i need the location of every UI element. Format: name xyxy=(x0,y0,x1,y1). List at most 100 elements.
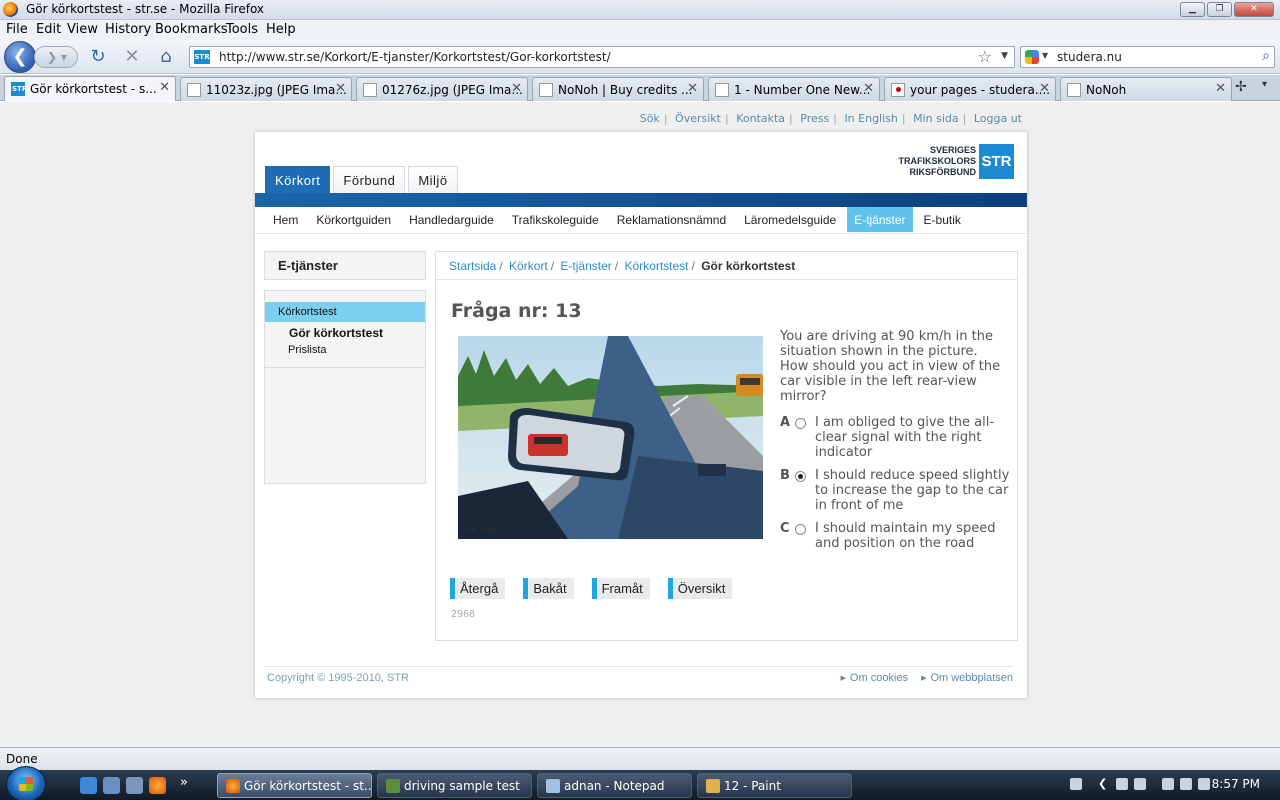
previous-button[interactable]: Bakåt xyxy=(523,578,574,599)
search-icon[interactable]: ⌕ xyxy=(1262,48,1270,64)
radio-button[interactable] xyxy=(795,524,806,535)
subnav-e-butik[interactable]: E-butik xyxy=(917,207,968,232)
connection-icon[interactable] xyxy=(1180,778,1192,790)
clock[interactable]: 8:57 PM xyxy=(1212,777,1260,791)
close-tab-icon[interactable]: ✕ xyxy=(335,81,346,96)
browser-tab[interactable]: your pages - studera.... ✕ xyxy=(884,77,1056,101)
browser-tab[interactable]: 01276z.jpg (JPEG Ima... ✕ xyxy=(356,77,528,101)
top-link-sok[interactable]: Sök xyxy=(640,112,660,125)
footer-link-cookies[interactable]: Om cookies xyxy=(850,672,908,684)
menu-view[interactable]: View xyxy=(67,22,98,37)
stop-icon[interactable]: ✕ xyxy=(122,47,142,67)
str-logo[interactable]: SVERIGES TRAFIKSKOLORS RIKSFÖRBUND STR xyxy=(899,144,1014,179)
taskbar-button-word[interactable]: driving sample test xyxy=(377,773,532,798)
minimize-button[interactable]: ▁ xyxy=(1180,2,1205,17)
taskbar-button-paint[interactable]: 12 - Paint xyxy=(697,773,852,798)
subnav-korkortguiden[interactable]: Körkortguiden xyxy=(309,207,398,232)
tray-app-icon[interactable] xyxy=(1134,778,1146,790)
browser-tab[interactable]: NoNoh ✕ xyxy=(1060,77,1232,101)
taskbar-button-firefox[interactable]: Gör körkortstest - st... xyxy=(217,773,372,798)
new-tab-icon[interactable]: ✢ xyxy=(1235,79,1247,95)
subnav-hem[interactable]: Hem xyxy=(266,207,305,232)
top-link-english[interactable]: In English xyxy=(844,112,897,125)
overview-button[interactable]: Översikt xyxy=(667,578,733,599)
answer-letter: C xyxy=(780,521,790,536)
radio-button[interactable] xyxy=(795,471,806,482)
breadcrumb-korkort[interactable]: Körkort xyxy=(509,259,548,273)
close-tab-icon[interactable]: ✕ xyxy=(511,81,522,96)
breadcrumb-korkortstest[interactable]: Körkortstest xyxy=(624,259,688,273)
top-link-press[interactable]: Press xyxy=(800,112,829,125)
subnav-laromedelsguide[interactable]: Läromedelsguide xyxy=(737,207,843,232)
menu-tools[interactable]: Tools xyxy=(226,22,258,37)
start-button[interactable] xyxy=(6,766,46,800)
sidebar-item-korkortstest[interactable]: Körkortstest xyxy=(265,302,425,322)
browser-tab[interactable]: 1 - Number One New... ✕ xyxy=(708,77,880,101)
menu-file[interactable]: File xyxy=(6,22,28,37)
tab-list-icon[interactable]: ▾ xyxy=(1262,79,1267,90)
firefox-quicklaunch-icon[interactable] xyxy=(149,777,166,794)
google-icon[interactable] xyxy=(1025,50,1039,64)
subnav-handledarguide[interactable]: Handledarguide xyxy=(402,207,501,232)
close-tab-icon[interactable]: ✕ xyxy=(863,81,874,96)
chevron-down-icon[interactable]: ▼ xyxy=(1001,51,1008,61)
tab-miljo[interactable]: Miljö xyxy=(408,166,458,193)
question-title: Fråga nr: 13 xyxy=(451,300,582,322)
forward-arrow-icon[interactable]: ❯ ▾ xyxy=(34,46,78,68)
search-bar[interactable]: ▼ studera.nu ⌕ xyxy=(1020,46,1275,68)
browser-tab[interactable]: NoNoh | Buy credits ... ✕ xyxy=(532,77,704,101)
radio-button[interactable] xyxy=(795,418,806,429)
subnav-e-tjanster[interactable]: E-tjänster xyxy=(847,207,913,232)
window-titlebar: Gör körkortstest - str.se - Mozilla Fire… xyxy=(0,0,1280,20)
breadcrumb-startsida[interactable]: Startsida xyxy=(449,259,496,273)
home-icon[interactable]: ⌂ xyxy=(156,47,176,67)
footer-link-webbplatsen[interactable]: Om webbplatsen xyxy=(930,672,1013,684)
back-arrow-icon[interactable]: ❮ xyxy=(4,41,36,73)
subnav-trafikskoleguide[interactable]: Trafikskoleguide xyxy=(505,207,606,232)
top-link-oversikt[interactable]: Översikt xyxy=(675,112,721,125)
quicklaunch-overflow-icon[interactable]: » xyxy=(180,775,188,790)
taskbar-button-notepad[interactable]: adnan - Notepad xyxy=(537,773,692,798)
browser-tab[interactable]: STR Gör körkortstest - s... ✕ xyxy=(4,76,176,101)
close-tab-icon[interactable]: ✕ xyxy=(1039,81,1050,96)
top-link-logga-ut[interactable]: Logga ut xyxy=(974,112,1022,125)
chevron-left-icon[interactable]: ❮ xyxy=(1098,777,1110,790)
tab-korkort[interactable]: Körkort xyxy=(265,166,331,193)
switch-windows-icon[interactable] xyxy=(126,777,143,794)
close-tab-icon[interactable]: ✕ xyxy=(159,80,170,95)
power-icon[interactable] xyxy=(1162,778,1174,790)
sub-navigation: Hem Körkortguiden Handledarguide Trafiks… xyxy=(255,207,1027,234)
tab-label: Gör körkortstest - s... xyxy=(30,82,157,96)
network-icon[interactable] xyxy=(1116,778,1128,790)
maximize-button[interactable]: ❐ xyxy=(1207,2,1232,17)
top-link-min-sida[interactable]: Min sida xyxy=(913,112,959,125)
browser-tab[interactable]: 11023z.jpg (JPEG Ima... ✕ xyxy=(180,77,352,101)
breadcrumb-e-tjanster[interactable]: E-tjänster xyxy=(560,259,611,273)
sidebar-item-gor-korkortstest[interactable]: Gör körkortstest xyxy=(289,326,383,340)
next-button[interactable]: Framåt xyxy=(591,578,650,599)
volume-icon[interactable] xyxy=(1198,778,1210,790)
close-window-button[interactable]: ✕ xyxy=(1234,2,1274,17)
tab-forbund[interactable]: Förbund xyxy=(333,166,406,193)
reload-icon[interactable]: ↻ xyxy=(88,47,108,67)
show-desktop-icon[interactable] xyxy=(103,777,120,794)
top-link-kontakta[interactable]: Kontakta xyxy=(736,112,785,125)
site-favicon-icon: STR xyxy=(194,50,210,64)
close-tab-icon[interactable]: ✕ xyxy=(1215,81,1226,96)
address-url[interactable]: http://www.str.se/Korkort/E-tjanster/Kor… xyxy=(219,50,611,64)
internet-explorer-icon[interactable] xyxy=(80,777,97,794)
sidebar-item-prislista[interactable]: Prislista xyxy=(288,344,327,356)
menu-history[interactable]: History xyxy=(105,22,151,37)
search-input[interactable]: studera.nu xyxy=(1057,50,1122,64)
return-button[interactable]: Återgå xyxy=(450,578,506,599)
tab-label: NoNoh xyxy=(1086,83,1127,97)
keyboard-icon[interactable] xyxy=(1070,778,1082,790)
menu-help[interactable]: Help xyxy=(266,22,296,37)
close-tab-icon[interactable]: ✕ xyxy=(687,81,698,96)
subnav-reklamationsnamnd[interactable]: Reklamationsnämnd xyxy=(610,207,733,232)
bookmark-star-icon[interactable]: ☆ xyxy=(978,47,992,66)
address-bar[interactable]: STR http://www.str.se/Korkort/E-tjanster… xyxy=(189,46,1015,68)
menu-edit[interactable]: Edit xyxy=(36,22,61,37)
menu-bookmarks[interactable]: Bookmarks xyxy=(155,22,228,37)
chevron-down-icon[interactable]: ▼ xyxy=(1042,51,1048,60)
